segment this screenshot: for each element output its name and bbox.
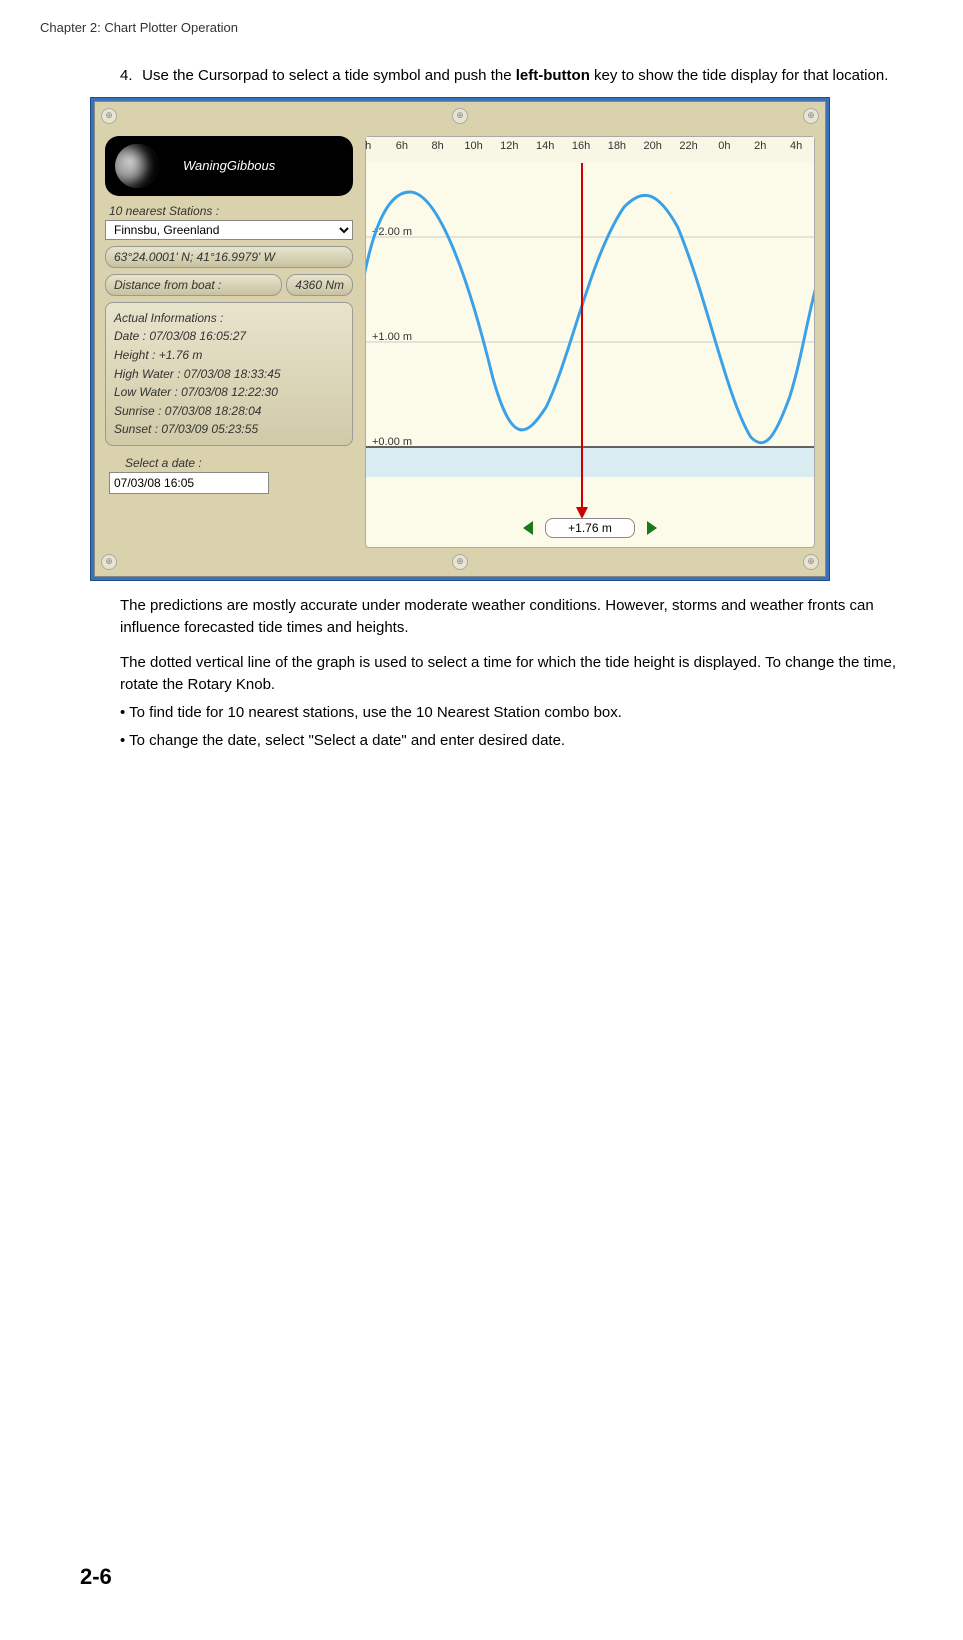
moon-icon (115, 144, 159, 188)
stations-label: 10 nearest Stations : (109, 204, 353, 218)
expand-icon[interactable]: ⊕ (803, 554, 819, 570)
expand-icon[interactable]: ⊕ (452, 108, 468, 124)
nearest-stations-combo[interactable]: Finnsbu, Greenland (105, 220, 353, 240)
step-number: 4. (120, 65, 138, 87)
tide-readout-bar: +1.76 m (366, 515, 814, 541)
tide-curve-svg (366, 137, 814, 507)
paragraph-accuracy: The predictions are mostly accurate unde… (120, 595, 903, 639)
time-cursor-line[interactable] (581, 163, 583, 507)
step-text-a: Use the Cursorpad to select a tide symbo… (142, 67, 516, 84)
tide-left-panel: WaningGibbous 10 nearest Stations : Finn… (105, 136, 353, 494)
actual-info-box: Actual Informations : Date : 07/03/08 16… (105, 302, 353, 446)
tide-height-readout: +1.76 m (545, 518, 635, 538)
expand-icon[interactable]: ⊕ (452, 554, 468, 570)
chapter-header: Chapter 2: Chart Plotter Operation (40, 20, 923, 35)
distance-value-pill: 4360 Nm (286, 274, 353, 296)
time-next-button[interactable] (647, 521, 657, 535)
info-high-water: High Water : 07/03/08 18:33:45 (114, 365, 344, 384)
step-text-b: key to show the tide display for that lo… (590, 67, 889, 84)
moon-phase-label: WaningGibbous (183, 158, 275, 173)
info-sunrise: Sunrise : 07/03/08 18:28:04 (114, 402, 344, 421)
bullet-text: To change the date, select "Select a dat… (129, 732, 565, 749)
tide-app-screenshot: ⊕ ⊕ ⊕ ⊕ ⊕ ⊕ WaningGibbous 10 nearest Sta… (90, 97, 830, 581)
coords-pill: 63°24.0001' N; 41°16.9979' W (105, 246, 353, 268)
step-text-bold: left-button (516, 67, 590, 84)
info-date: Date : 07/03/08 16:05:27 (114, 327, 344, 346)
bullet-text: To find tide for 10 nearest stations, us… (129, 704, 622, 721)
expand-icon[interactable]: ⊕ (803, 108, 819, 124)
info-low-water: Low Water : 07/03/08 12:22:30 (114, 383, 344, 402)
expand-icon[interactable]: ⊕ (101, 554, 117, 570)
expand-icon[interactable]: ⊕ (101, 108, 117, 124)
info-sunset: Sunset : 07/03/09 05:23:55 (114, 420, 344, 439)
distance-label-pill: Distance from boat : (105, 274, 282, 296)
bullet-nearest-stations: • To find tide for 10 nearest stations, … (120, 702, 903, 724)
info-title: Actual Informations : (114, 309, 344, 328)
select-date-input[interactable] (109, 472, 269, 494)
time-prev-button[interactable] (523, 521, 533, 535)
step-4: 4. Use the Cursorpad to select a tide sy… (120, 65, 903, 87)
paragraph-cursor: The dotted vertical line of the graph is… (120, 652, 903, 696)
select-date-label: Select a date : (125, 456, 353, 470)
tide-chart: h 6h 8h 10h 12h 14h 16h 18h 20h 22h 0h 2… (365, 136, 815, 548)
page-number: 2-6 (80, 1564, 112, 1590)
moon-phase-pill: WaningGibbous (105, 136, 353, 196)
info-height: Height : +1.76 m (114, 346, 344, 365)
bullet-select-date: • To change the date, select "Select a d… (120, 730, 903, 752)
